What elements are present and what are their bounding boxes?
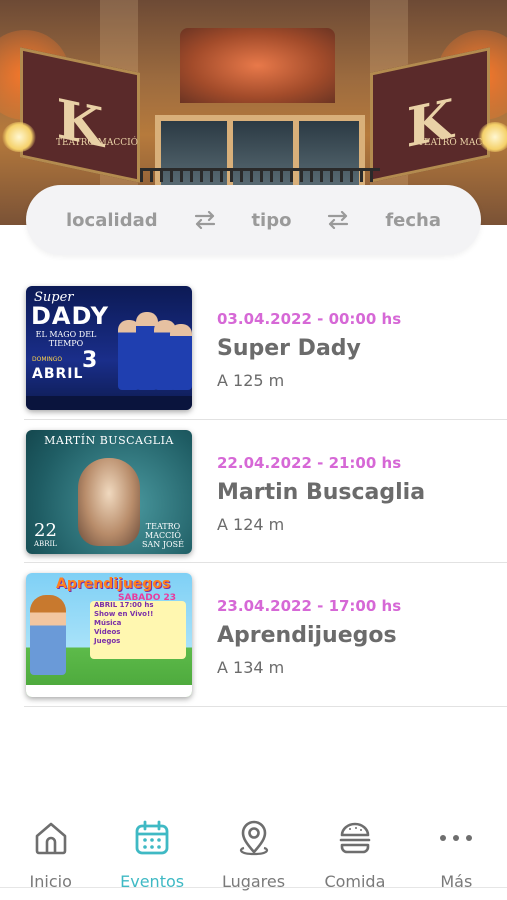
nav-label: Comida bbox=[324, 872, 386, 891]
event-title: Aprendijuegos bbox=[217, 623, 397, 648]
event-item-martin-buscaglia[interactable]: MARTÍN BUSCAGLIA 22 ABRIL TEATRO MACCIÓ … bbox=[24, 420, 507, 563]
banner-left-text: TEATRO MACCIÓ bbox=[56, 138, 139, 148]
poster-text: DADY bbox=[31, 302, 110, 330]
nav-label: Más bbox=[440, 872, 473, 891]
calendar-icon bbox=[132, 818, 172, 858]
location-pin-icon bbox=[234, 818, 274, 858]
event-item-aprendijuegos[interactable]: Aprendijuegos SABADO 23 ABRIL 17:00 hs S… bbox=[24, 563, 507, 707]
balcony-arch bbox=[180, 28, 335, 103]
poster-portrait bbox=[78, 457, 140, 546]
poster-text: Música bbox=[94, 619, 122, 627]
event-list: Super DADY EL MAGO DEL TIEMPO DOMINGO 3 … bbox=[24, 276, 507, 707]
poster-text: EL MAGO DEL TIEMPO bbox=[35, 330, 97, 348]
event-distance: A 124 m bbox=[217, 514, 285, 534]
main-window bbox=[155, 115, 365, 195]
filter-tipo[interactable]: tipo bbox=[251, 210, 291, 231]
poster-text: Juegos bbox=[94, 637, 121, 645]
poster-text: 22 bbox=[34, 519, 57, 541]
event-distance: A 125 m bbox=[217, 371, 285, 390]
poster-figure bbox=[30, 595, 66, 675]
lamp-left bbox=[2, 122, 36, 152]
poster-footer bbox=[26, 396, 192, 410]
filter-fecha[interactable]: fecha bbox=[385, 210, 441, 231]
poster-text: ABRIL 17:00 hs bbox=[94, 601, 154, 609]
poster-text: 3 bbox=[82, 348, 98, 373]
balcony-railing bbox=[140, 168, 380, 182]
filter-localidad[interactable]: localidad bbox=[66, 210, 158, 231]
event-poster-martin-buscaglia: MARTÍN BUSCAGLIA 22 ABRIL TEATRO MACCIÓ … bbox=[26, 429, 192, 554]
swap-icon bbox=[326, 211, 350, 229]
nav-label: Lugares bbox=[221, 872, 286, 891]
event-poster-super-dady: Super DADY EL MAGO DEL TIEMPO DOMINGO 3 … bbox=[26, 286, 192, 410]
poster-footer bbox=[26, 685, 192, 697]
lamp-right bbox=[478, 122, 507, 152]
poster-text: ABRIL bbox=[34, 539, 57, 548]
poster-text: Show en Vivo!! bbox=[94, 610, 154, 618]
nav-label: Inicio bbox=[29, 872, 72, 891]
nav-label: Eventos bbox=[120, 872, 185, 891]
more-dots-icon bbox=[436, 818, 476, 858]
event-title: Super Dady bbox=[217, 336, 361, 361]
event-date: 23.04.2022 - 17:00 hs bbox=[217, 597, 402, 615]
filter-bar: localidad tipo fecha bbox=[26, 185, 481, 255]
event-date: 22.04.2022 - 21:00 hs bbox=[217, 453, 402, 472]
poster-info-box: ABRIL 17:00 hs Show en Vivo!! Música Vid… bbox=[90, 601, 186, 659]
burger-icon bbox=[335, 818, 375, 858]
poster-text: ABRIL bbox=[32, 366, 84, 382]
poster-text: Videos bbox=[94, 628, 121, 636]
event-poster-aprendijuegos: Aprendijuegos SABADO 23 ABRIL 17:00 hs S… bbox=[26, 573, 192, 697]
event-date: 03.04.2022 - 00:00 hs bbox=[217, 310, 402, 328]
swap-icon bbox=[193, 211, 217, 229]
event-title: Martin Buscaglia bbox=[217, 479, 426, 505]
bottom-divider bbox=[0, 887, 507, 888]
poster-text: TEATRO MACCIÓ SAN JOSÉ bbox=[142, 521, 184, 549]
poster-figure bbox=[170, 324, 192, 390]
event-distance: A 134 m bbox=[217, 658, 285, 677]
poster-text: DOMINGO bbox=[32, 356, 63, 363]
home-icon bbox=[31, 818, 71, 858]
poster-text: Aprendijuegos bbox=[56, 576, 171, 592]
poster-text: MARTÍN BUSCAGLIA bbox=[44, 433, 174, 447]
event-item-super-dady[interactable]: Super DADY EL MAGO DEL TIEMPO DOMINGO 3 … bbox=[24, 276, 507, 420]
